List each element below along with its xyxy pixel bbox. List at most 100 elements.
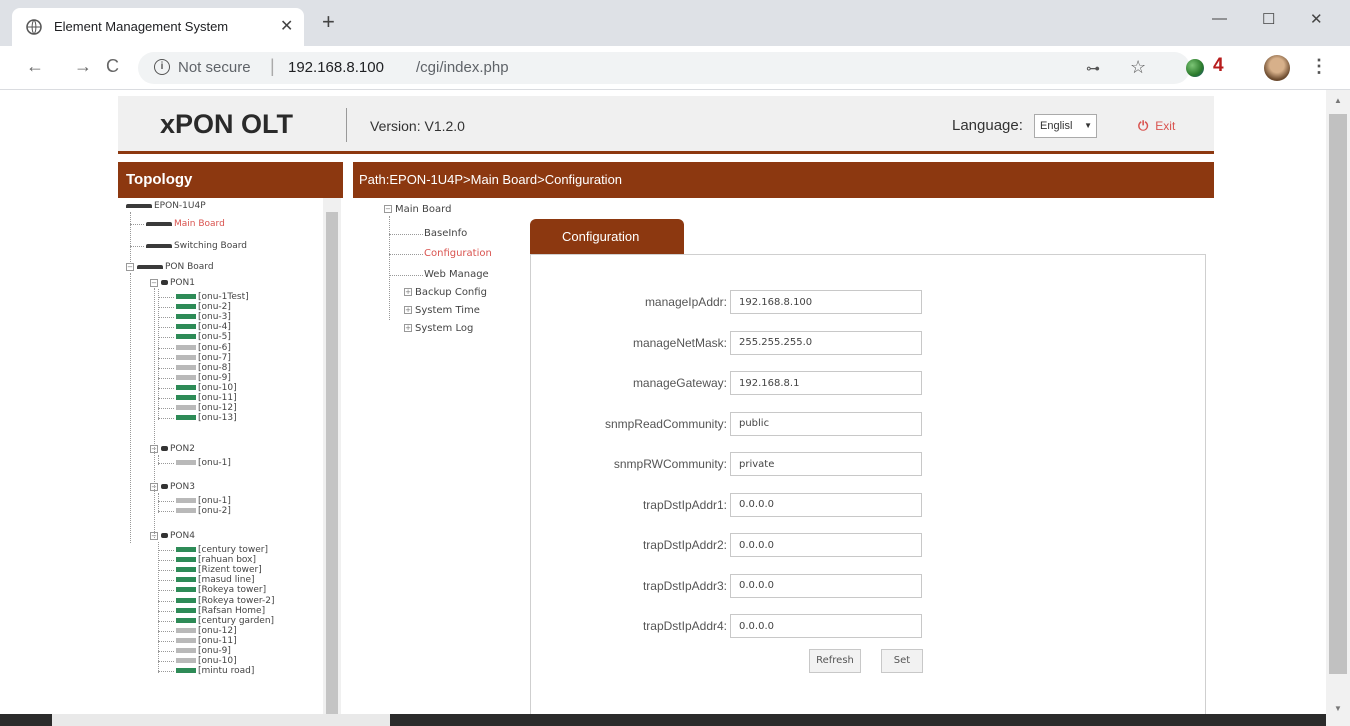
pon-port-icon (161, 446, 168, 451)
topology-pon-node[interactable]: − PON3 (150, 482, 195, 492)
star-icon[interactable]: ☆ (1130, 57, 1146, 78)
config-field-row: manageNetMask: (531, 330, 1207, 357)
collapse-icon[interactable]: − (150, 278, 158, 287)
topology-pon-node[interactable]: − PON1 (150, 278, 195, 288)
config-field-input[interactable] (730, 452, 922, 476)
topology-onu-node[interactable]: [onu-1] (176, 496, 231, 506)
new-tab-button[interactable]: + (322, 11, 335, 33)
topology-onu-node[interactable]: [onu-10] (176, 383, 237, 393)
tab-configuration[interactable]: Configuration (530, 219, 684, 255)
topology-onu-node[interactable]: [onu-11] (176, 393, 237, 403)
topology-onu-node[interactable]: [onu-8] (176, 363, 231, 373)
topology-onu-node[interactable]: [Rokeya tower-2] (176, 596, 275, 606)
scroll-up-icon[interactable]: ▲ (1334, 96, 1342, 105)
config-field-input[interactable] (730, 614, 922, 638)
address-bar[interactable]: i Not secure | 192.168.8.100 /cgi/index.… (138, 52, 1190, 84)
menu-item[interactable]: Web Manage (424, 269, 489, 280)
config-field-input[interactable] (730, 411, 922, 436)
scroll-down-icon[interactable]: ▼ (1334, 704, 1342, 713)
topology-root-node[interactable]: EPON-1U4P (126, 201, 206, 211)
browser-tab[interactable]: Element Management System ✕ (12, 8, 304, 46)
extension-badge[interactable]: 4 (1213, 55, 1224, 77)
onu-device-icon (176, 617, 196, 623)
topology-onu-node[interactable]: [onu-7] (176, 353, 231, 363)
forward-button[interactable]: → (74, 56, 92, 77)
topology-onu-node[interactable]: [masud line] (176, 575, 255, 585)
minimize-button[interactable]: — (1212, 10, 1227, 27)
topology-scroll-thumb[interactable] (326, 212, 338, 726)
key-icon[interactable]: ⊶ (1086, 60, 1100, 77)
not-secure-label: Not secure (178, 59, 251, 76)
topology-onu-node[interactable]: [onu-11] (176, 636, 237, 646)
config-field-input[interactable] (730, 492, 922, 517)
topology-onu-node[interactable]: [mintu road] (176, 666, 254, 676)
exit-link[interactable]: ⏻ Exit (1138, 118, 1175, 134)
topology-onu-node[interactable]: [century garden] (176, 616, 274, 626)
set-button[interactable]: Set (881, 649, 923, 673)
topology-onu-node[interactable]: [Rafsan Home] (176, 606, 265, 616)
config-field-input[interactable] (730, 533, 922, 557)
menu-item[interactable]: + System Log (404, 323, 473, 334)
collapse-icon[interactable]: − (384, 205, 392, 213)
topology-pon-node[interactable]: − PON2 (150, 444, 195, 454)
topology-onu-node[interactable]: [rahuan box] (176, 555, 256, 565)
expand-icon[interactable]: + (404, 306, 412, 314)
config-field-input[interactable] (730, 573, 922, 598)
menu-root-main-board[interactable]: − Main Board (384, 204, 451, 215)
configuration-panel: Refresh Set manageIpAddr: manageNetMask: m… (530, 254, 1206, 726)
onu-label: [onu-2] (198, 302, 231, 313)
page-scrollbar[interactable]: ▲ ▼ (1326, 90, 1350, 726)
topology-onu-node[interactable]: [onu-9] (176, 373, 231, 383)
browser-menu-icon[interactable]: ⋮ (1310, 56, 1328, 77)
topology-scrollbar[interactable] (323, 198, 341, 726)
topology-onu-node[interactable]: [onu-1] (176, 458, 231, 468)
extension-globe-icon[interactable] (1186, 59, 1204, 77)
expand-icon[interactable]: + (404, 324, 412, 332)
topology-switching-board[interactable]: Switching Board (146, 241, 247, 251)
config-field-input[interactable] (730, 330, 922, 355)
config-field-input[interactable] (730, 371, 922, 395)
topology-onu-node[interactable]: [onu-6] (176, 343, 231, 353)
expand-icon[interactable]: + (404, 288, 412, 296)
topology-onu-node[interactable]: [onu-1Test] (176, 292, 249, 302)
profile-avatar[interactable] (1264, 55, 1290, 81)
config-field-input[interactable] (730, 290, 922, 314)
refresh-button[interactable]: Refresh (809, 649, 861, 673)
topology-onu-node[interactable]: [onu-12] (176, 626, 237, 636)
topology-pon-board[interactable]: − PON Board (126, 262, 214, 272)
topology-onu-node[interactable]: [onu-2] (176, 302, 231, 312)
topology-onu-node[interactable]: [onu-12] (176, 403, 237, 413)
onu-device-icon (176, 384, 196, 390)
topology-onu-node[interactable]: [onu-5] (176, 332, 231, 342)
tab-close-icon[interactable]: ✕ (280, 16, 293, 36)
topology-onu-node[interactable]: [Rizent tower] (176, 565, 262, 575)
back-button[interactable]: ← (26, 56, 44, 77)
topology-onu-node[interactable]: [onu-2] (176, 506, 231, 516)
onu-label: [onu-10] (198, 382, 237, 393)
topology-onu-node[interactable]: [onu-4] (176, 322, 231, 332)
collapse-icon[interactable]: − (126, 262, 134, 271)
topology-onu-node[interactable]: [onu-3] (176, 312, 231, 322)
topology-main-board[interactable]: Main Board (146, 219, 225, 229)
info-icon[interactable]: i (154, 59, 170, 75)
menu-item[interactable]: Configuration (424, 248, 492, 259)
page-scroll-thumb[interactable] (1329, 114, 1347, 674)
close-window-button[interactable]: ✕ (1310, 10, 1323, 28)
restore-button[interactable]: ☐ (1262, 10, 1275, 28)
topology-onu-node[interactable]: [onu-9] (176, 646, 231, 656)
onu-label: [Rafsan Home] (198, 605, 266, 616)
topology-onu-node[interactable]: [onu-10] (176, 656, 237, 666)
menu-item[interactable]: + Backup Config (404, 287, 487, 298)
topology-onu-node[interactable]: [onu-13] (176, 413, 237, 423)
menu-item[interactable]: + System Time (404, 305, 480, 316)
topology-onu-node[interactable]: [century tower] (176, 545, 268, 555)
menu-item[interactable]: BaseInfo (424, 228, 467, 239)
onu-device-icon (176, 314, 196, 320)
topology-onu-node[interactable]: [Rokeya tower] (176, 585, 266, 595)
topology-root-label: EPON-1U4P (154, 201, 206, 211)
topology-pon-node[interactable]: − PON4 (150, 531, 195, 541)
reload-button[interactable]: C (106, 56, 119, 77)
language-select[interactable]: Englisl ▼ (1034, 114, 1097, 138)
tree-connector (158, 671, 174, 673)
onu-device-icon (176, 648, 196, 653)
